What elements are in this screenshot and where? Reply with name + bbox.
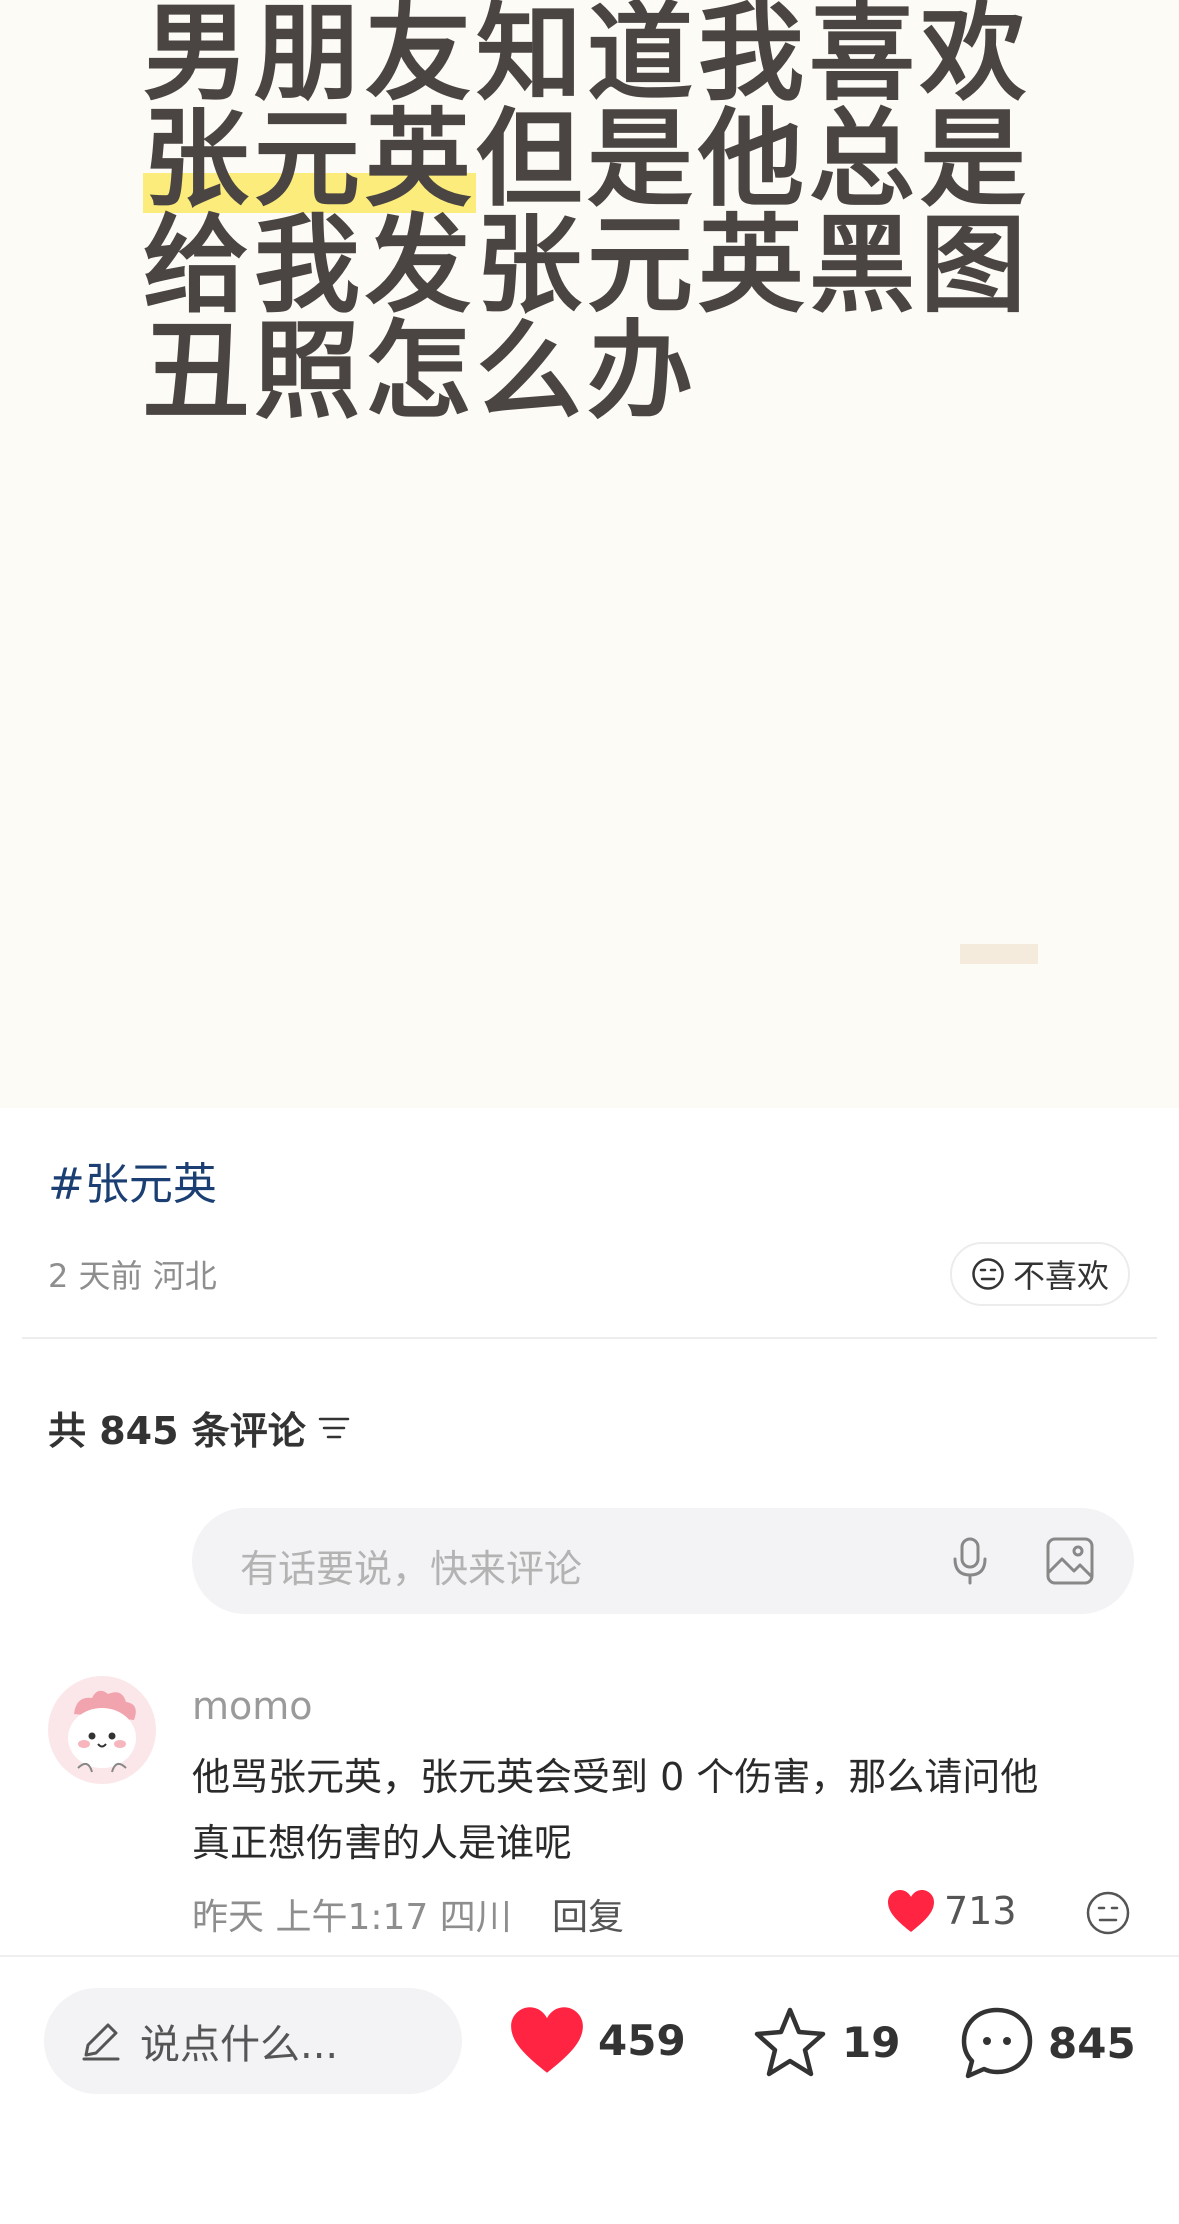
- highlighted-name: 张元英: [143, 98, 476, 221]
- like-count: 459: [598, 2015, 686, 2065]
- pencil-icon: [82, 2023, 120, 2061]
- hero-decoration: [960, 944, 1038, 964]
- star-count: 19: [842, 2017, 901, 2067]
- comment-count-header[interactable]: 共 845 条评论: [48, 1400, 352, 1455]
- comment-text-line-1: 他骂张元英，张元英会受到 0 个伤害，那么请问他: [192, 1755, 1039, 1799]
- like-button[interactable]: 459: [508, 2004, 686, 2076]
- comment-like-count: 713: [944, 1889, 1017, 1933]
- comment-total: 845: [1048, 2018, 1136, 2068]
- post-image[interactable]: 男朋友知道我喜欢 张元英但是他总是 给我发张元英黑图 丑照怎么办: [0, 0, 1179, 1108]
- comment-input-placeholder: 有话要说，快来评论: [240, 1547, 583, 1591]
- star-icon: [754, 2007, 826, 2077]
- image-icon[interactable]: [1044, 1535, 1096, 1587]
- comment-meta: 昨天 上午1:17 四川: [192, 1897, 512, 1938]
- avatar[interactable]: [48, 1676, 156, 1784]
- hashtag-link[interactable]: #张元英: [48, 1148, 217, 1212]
- comment-input[interactable]: 有话要说，快来评论: [192, 1508, 1134, 1614]
- bottom-comment-input[interactable]: 说点什么...: [44, 1988, 462, 2094]
- heart-icon: [511, 2007, 583, 2073]
- hero-text-line-2: 张元英但是他总是: [143, 98, 1031, 221]
- hero-text-line-4: 丑照怎么办: [143, 310, 698, 433]
- hero-text-line-1: 男朋友知道我喜欢: [143, 0, 1031, 115]
- dislike-label: 不喜欢: [1012, 1257, 1109, 1295]
- collect-button[interactable]: 19: [750, 2004, 900, 2080]
- hero-text-line-3: 给我发张元英黑图: [143, 204, 1031, 327]
- comment-text-line-2: 真正想伤害的人是谁呢: [192, 1821, 573, 1865]
- neutral-face-icon[interactable]: [1085, 1890, 1131, 1936]
- dislike-button[interactable]: 不喜欢: [950, 1242, 1130, 1306]
- comment-like-button[interactable]: 713: [886, 1888, 1017, 1934]
- bottom-input-placeholder: 说点什么...: [140, 2022, 339, 2068]
- reply-button[interactable]: 回复: [552, 1888, 624, 1940]
- chat-bubble-icon: [961, 2007, 1033, 2079]
- comments-button[interactable]: 845: [958, 2004, 1136, 2082]
- hero-text-line-2-rest: 但是他总是: [476, 98, 1031, 221]
- avatar-image: [48, 1676, 156, 1784]
- heart-icon: [888, 1890, 934, 1932]
- post-meta: 2 天前 河北: [48, 1257, 217, 1295]
- neutral-face-icon: [972, 1258, 1004, 1290]
- sort-icon[interactable]: [316, 1413, 352, 1443]
- comment-username[interactable]: momo: [192, 1684, 313, 1728]
- microphone-icon[interactable]: [950, 1535, 990, 1587]
- section-divider: [22, 1337, 1157, 1339]
- bottom-bar-divider: [0, 1955, 1179, 1957]
- comment-count-label: 共 845 条评论: [48, 1409, 306, 1453]
